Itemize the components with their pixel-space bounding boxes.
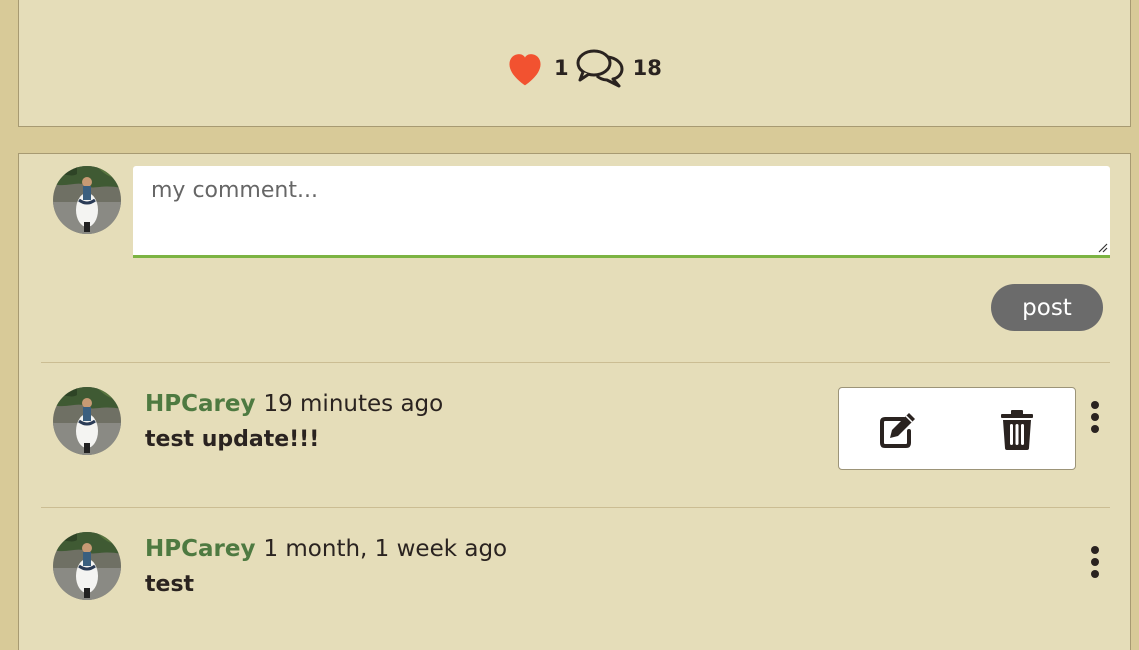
avatar xyxy=(53,387,121,455)
post-stats: 1 18 xyxy=(504,47,668,89)
star-empty-icon[interactable] xyxy=(600,0,630,1)
comment-time: 19 minutes ago xyxy=(263,391,444,417)
comments-section: post HPCarey 19 minutes ago xyxy=(18,153,1131,650)
more-vertical-icon xyxy=(1091,546,1099,578)
divider xyxy=(41,507,1110,508)
divider xyxy=(41,362,1110,363)
comment-meta: HPCarey 19 minutes ago xyxy=(145,391,443,417)
resize-handle-icon[interactable] xyxy=(1096,241,1108,253)
star-empty-icon[interactable] xyxy=(638,0,668,1)
more-options-button[interactable] xyxy=(1085,397,1105,437)
comment-text: test update!!! xyxy=(145,427,320,452)
page: 1 18 my comment... post HPCarey 19 minut… xyxy=(0,0,1139,650)
comment-author[interactable]: HPCarey xyxy=(145,536,255,562)
comment-item: HPCarey 1 month, 1 week ago test xyxy=(19,532,1130,632)
heart-icon[interactable] xyxy=(504,49,546,87)
star-filled-icon[interactable] xyxy=(486,0,516,1)
comment-author[interactable]: HPCarey xyxy=(145,391,255,417)
speech-bubbles-icon[interactable] xyxy=(575,47,625,89)
more-vertical-icon xyxy=(1091,401,1099,433)
comment-actions-menu xyxy=(838,387,1076,470)
avatar xyxy=(53,166,121,234)
post-card: 1 18 xyxy=(18,0,1131,127)
comment-count: 18 xyxy=(632,56,662,80)
comment-input-container xyxy=(133,166,1110,258)
star-filled-icon[interactable] xyxy=(524,0,554,1)
edit-button[interactable] xyxy=(875,407,921,453)
edit-icon xyxy=(880,413,915,448)
delete-button[interactable] xyxy=(994,407,1040,453)
post-button[interactable]: post xyxy=(991,284,1103,331)
more-options-button[interactable] xyxy=(1085,542,1105,582)
avatar xyxy=(53,532,121,600)
comment-input[interactable] xyxy=(133,166,1110,255)
comment-time: 1 month, 1 week ago xyxy=(263,536,508,562)
like-count: 1 xyxy=(554,56,569,80)
comment-item: HPCarey 19 minutes ago test update!!! xyxy=(19,387,1130,487)
star-filled-icon[interactable] xyxy=(562,0,592,1)
star-rating xyxy=(486,0,668,11)
comment-meta: HPCarey 1 month, 1 week ago xyxy=(145,536,507,562)
trash-icon xyxy=(1001,410,1033,450)
comment-text: test xyxy=(145,572,195,597)
